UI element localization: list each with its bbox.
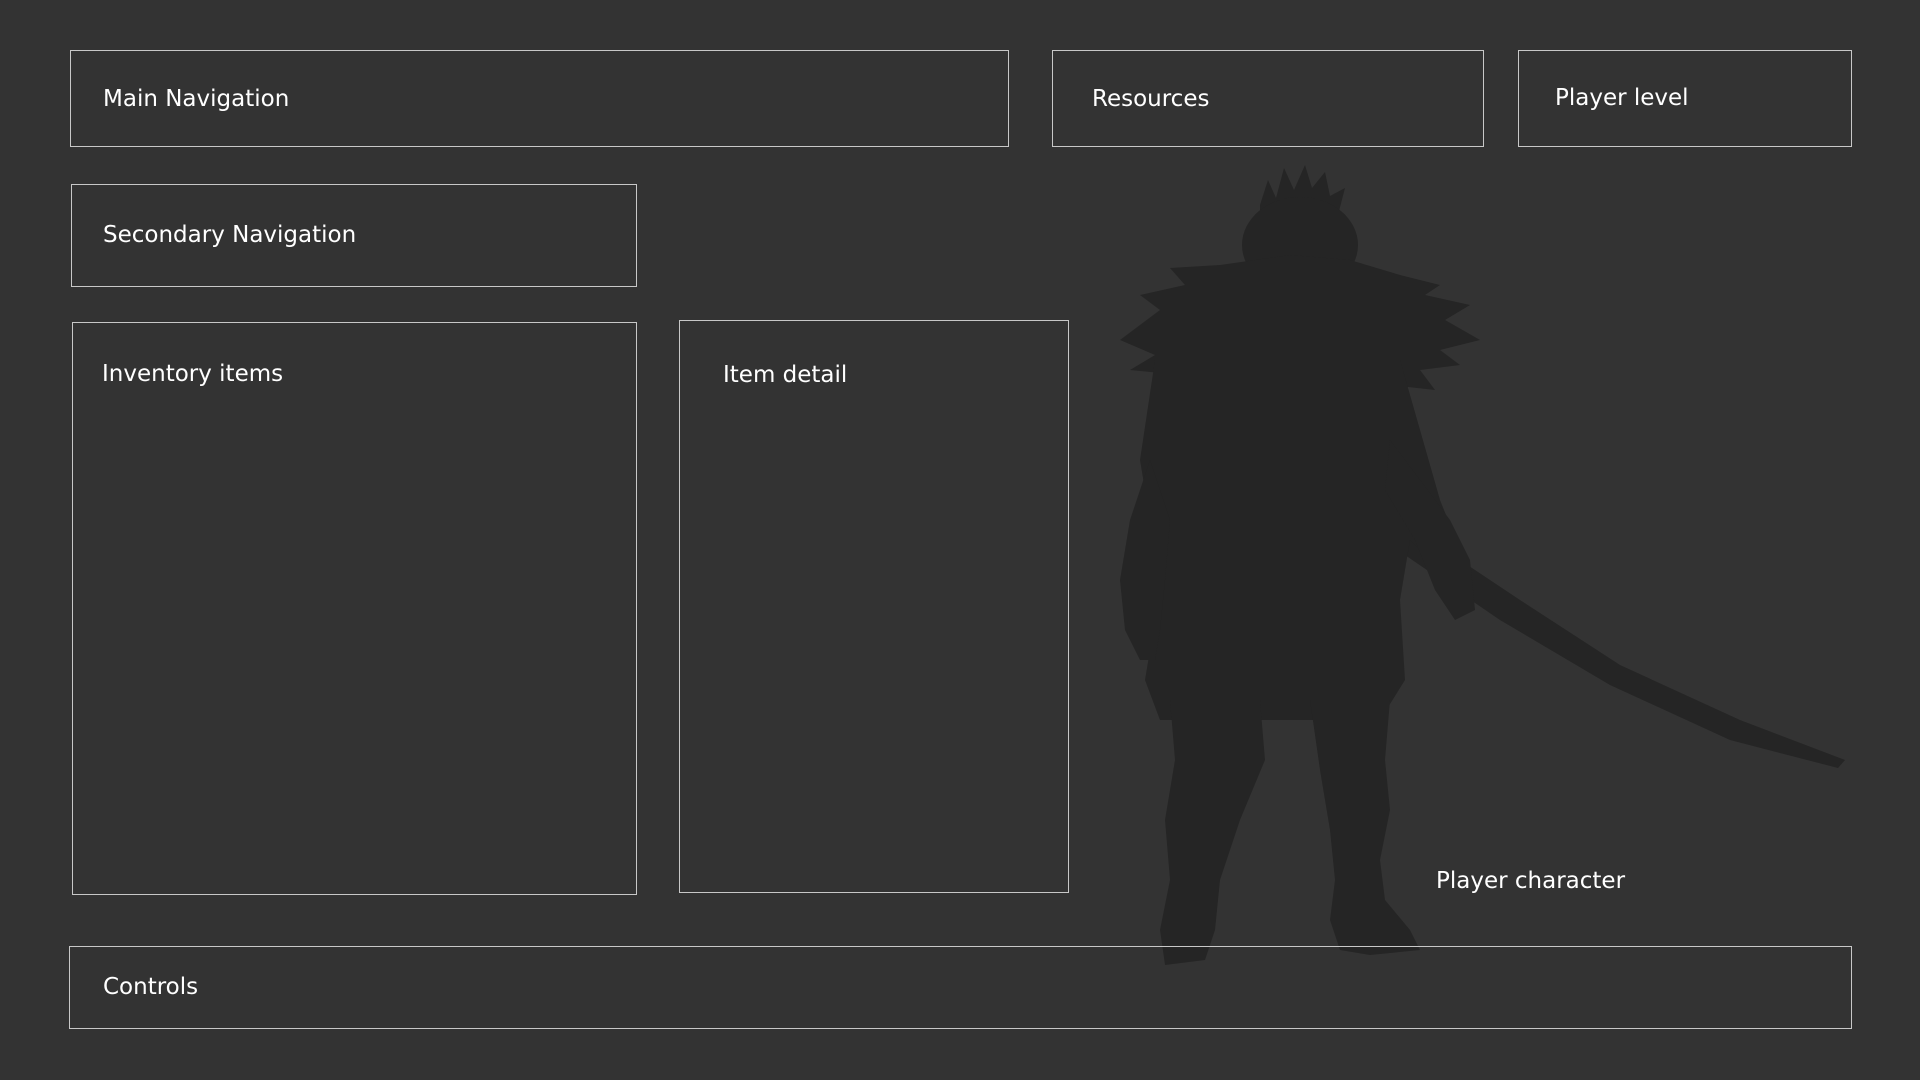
controls-label: Controls [103,974,199,1000]
resources-label: Resources [1092,86,1210,112]
player-character-label: Player character [1436,868,1626,894]
item-detail-panel [679,320,1069,893]
player-character-silhouette [1120,165,1845,965]
player-level-label: Player level [1555,85,1689,111]
inventory-items-panel[interactable] [72,322,637,895]
main-navigation-label: Main Navigation [103,86,290,112]
wireframe-screen: Main Navigation Resources Player level S… [0,0,1920,1080]
item-detail-label: Item detail [723,362,848,388]
secondary-navigation-label: Secondary Navigation [103,222,357,248]
controls-panel[interactable] [69,946,1852,1029]
inventory-items-label: Inventory items [102,361,284,387]
